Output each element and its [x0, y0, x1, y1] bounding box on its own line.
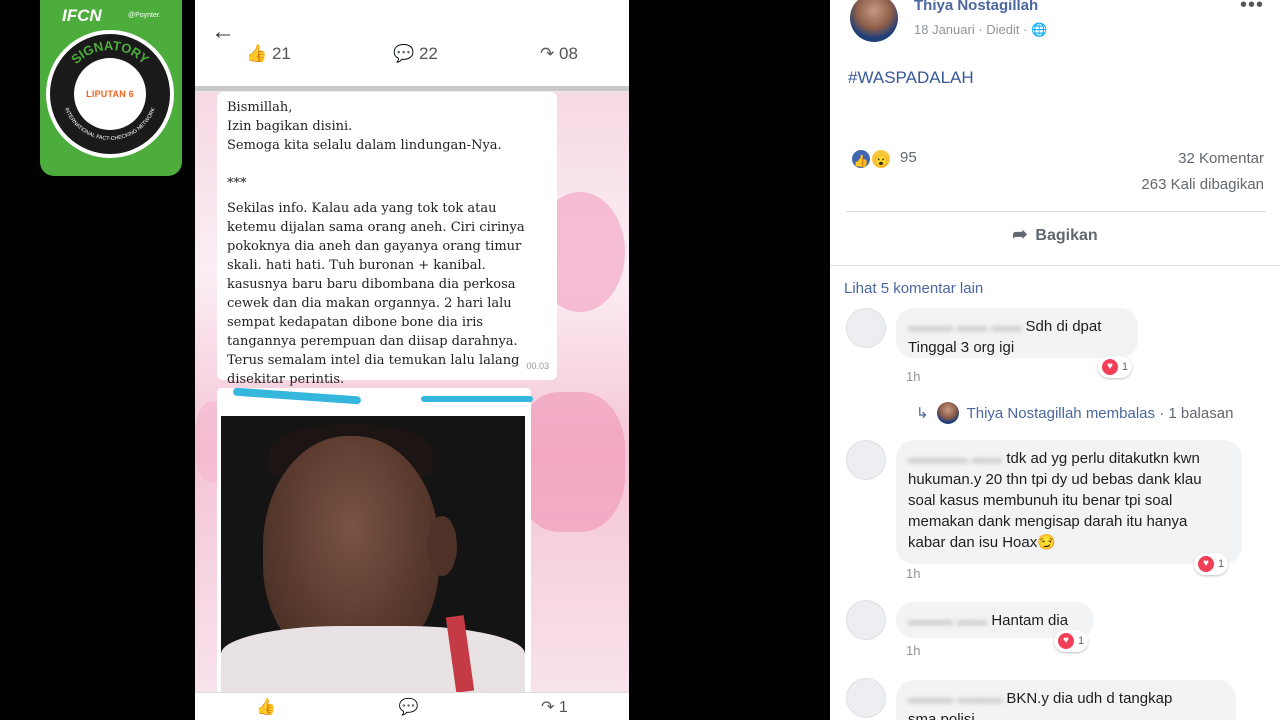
- ifcn-signatory-badge: IFCN @Poynter. SIGNATORY INTERNATIONAL F…: [40, 0, 182, 176]
- comment-count[interactable]: 32 Komentar: [1178, 150, 1264, 167]
- comment-author-blurred: ▬▬▬ ▬▬▬: [908, 690, 1007, 707]
- member-logo: LIPUTAN 6: [74, 58, 146, 130]
- member-logo-text: LIPUTAN 6: [86, 89, 134, 99]
- reply-author: Thiya Nostagillah: [966, 404, 1082, 422]
- share-label: Bagikan: [1035, 227, 1098, 244]
- comment-author-blurred: ▬▬▬ ▬▬: [908, 612, 992, 629]
- like-icon: 👍: [850, 148, 872, 170]
- divider: [830, 265, 1280, 266]
- comment-reaction-badge[interactable]: ♥ 1: [1098, 356, 1133, 378]
- view-more-comments-link[interactable]: Lihat 5 komentar lain: [844, 280, 983, 297]
- comment-bubble: ▬▬▬ ▬▬ ▬▬ Sdh di dpat Tinggal 3 org igi: [896, 308, 1138, 358]
- comment-reaction-badge[interactable]: ♥ 1: [1054, 630, 1089, 652]
- phone-reaction-bar: 👍 21 💬 22 ↷ 08: [195, 44, 629, 70]
- reply-action: membalas: [1085, 404, 1156, 422]
- phone-comment-count[interactable]: 💬 22: [393, 44, 438, 70]
- comment-reaction-badge[interactable]: ♥ 1: [1194, 553, 1229, 575]
- photo-ear: [427, 516, 457, 576]
- comment-bubble: ▬▬▬ ▬▬▬ BKN.y dia udh d tangkap sma poli…: [896, 680, 1236, 720]
- share-icon: ➦: [1012, 224, 1028, 244]
- avatar[interactable]: [850, 0, 898, 42]
- comment-text: kabar dan isu Hoax😏: [908, 534, 1056, 551]
- message-ellipsis: ***: [227, 176, 247, 191]
- redaction-scribble: [421, 396, 533, 402]
- message-line: Izin bagikan disini.: [227, 119, 353, 134]
- comment-text: memakan dank mengisap darah itu hanya: [908, 513, 1188, 530]
- screenshot-composite: IFCN @Poynter. SIGNATORY INTERNATIONAL F…: [0, 0, 1280, 720]
- avatar[interactable]: [846, 678, 886, 718]
- comment-text: BKN.y dia udh d tangkap: [1006, 690, 1173, 707]
- reaction-icons[interactable]: 👍 😮: [848, 146, 896, 172]
- comment-author-blurred: ▬▬▬▬ ▬▬: [908, 450, 1007, 467]
- avatar[interactable]: [846, 308, 886, 348]
- comment-icon[interactable]: 💬: [399, 697, 419, 717]
- globe-icon: 🌐: [1031, 22, 1048, 37]
- comment-bubble: ▬▬▬▬ ▬▬ tdk ad yg perlu ditakutkn kwn hu…: [896, 440, 1242, 564]
- comment-text: hukuman.y 20 thn tpi dy ud bebas dank kl…: [908, 471, 1202, 488]
- phone-action-bar: 👍 💬 ↷ 1: [195, 692, 629, 720]
- poynter-text: @Poynter.: [128, 12, 161, 19]
- post-hashtag[interactable]: #WASPADALAH: [848, 68, 974, 88]
- reply-arrow-icon: ↳: [916, 405, 929, 422]
- like-icon[interactable]: 👍: [256, 697, 276, 717]
- message-time: 00.03: [526, 361, 549, 371]
- post-author[interactable]: Thiya Nostagillah: [914, 0, 1038, 14]
- divider: [846, 211, 1266, 212]
- post-meta: 18 Januari · Diedit · 🌐: [914, 22, 1048, 37]
- phone-share-count[interactable]: ↷ 08: [540, 44, 578, 70]
- photo-shirt: [221, 626, 525, 692]
- comment-text: Hantam dia: [991, 612, 1069, 629]
- reply-summary-link[interactable]: ↳ Thiya Nostagillah membalas · 1 balasan: [916, 402, 1233, 424]
- suspect-photo[interactable]: [221, 416, 525, 692]
- chat-message-bubble: Bismillah, Izin bagikan disini. Semoga k…: [217, 92, 557, 387]
- heart-icon: ♥: [1058, 633, 1074, 649]
- avatar: [936, 402, 959, 424]
- phone-divider: [195, 86, 629, 91]
- flower-decoration: [515, 392, 625, 532]
- comment-time[interactable]: 1h: [906, 566, 920, 581]
- chat-collage: Bismillah, Izin bagikan disini. Semoga k…: [195, 92, 629, 698]
- phone-like-count[interactable]: 👍 21: [246, 44, 291, 70]
- post-edited[interactable]: Diedit: [986, 22, 1019, 37]
- message-body: Sekilas info. Kalau ada yang tok tok ata…: [227, 201, 525, 387]
- ifcn-logo-text: IFCN: [62, 6, 102, 25]
- comment-text: soal kasus membunuh itu benar tpi soal: [908, 492, 1173, 509]
- phone-header: ← 👍 21 💬 22 ↷ 08: [195, 0, 629, 90]
- avatar[interactable]: [846, 440, 886, 480]
- reply-count: 1 balasan: [1168, 404, 1234, 422]
- post-date[interactable]: 18 Januari: [914, 22, 975, 37]
- more-icon[interactable]: •••: [1240, 0, 1264, 17]
- back-arrow-icon[interactable]: ←: [211, 18, 235, 46]
- comment-text: Tinggal 3 org igi: [908, 339, 1015, 356]
- heart-icon: ♥: [1198, 556, 1214, 572]
- reaction-count[interactable]: 95: [900, 149, 917, 166]
- share-icon[interactable]: ↷ 1: [541, 697, 568, 717]
- wow-icon: 😮: [870, 148, 892, 170]
- heart-icon: ♥: [1102, 359, 1118, 375]
- share-count[interactable]: 263 Kali dibagikan: [1141, 176, 1264, 193]
- comment-text: Sdh di dpat: [1025, 318, 1102, 335]
- comment-text: tdk ad yg perlu ditakutkn kwn: [1006, 450, 1200, 467]
- share-button[interactable]: ➦ Bagikan: [830, 224, 1280, 245]
- comment-text: sma polisi: [908, 711, 975, 720]
- facebook-post: Thiya Nostagillah 18 Januari · Diedit · …: [830, 0, 1280, 720]
- comment-time[interactable]: 1h: [906, 643, 920, 658]
- comment-author-blurred: ▬▬▬ ▬▬ ▬▬: [908, 318, 1026, 335]
- shared-phone-screenshot: ← 👍 21 💬 22 ↷ 08 Bismillah, Izin bagikan…: [195, 0, 629, 720]
- message-line: Bismillah,: [227, 100, 293, 115]
- avatar[interactable]: [846, 600, 886, 640]
- message-line: Semoga kita selalu dalam lindungan-Nya.: [227, 138, 502, 153]
- comment-time[interactable]: 1h: [906, 369, 920, 384]
